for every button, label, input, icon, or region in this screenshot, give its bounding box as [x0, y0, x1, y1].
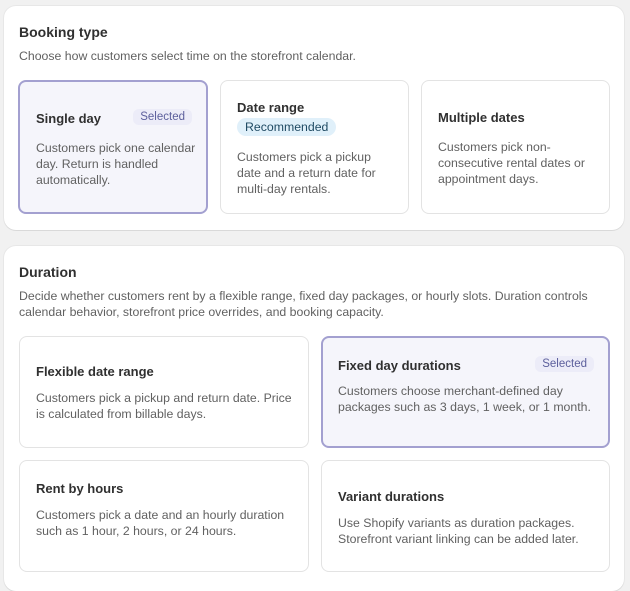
selected-badge: Selected [535, 356, 594, 372]
duration-option-variant-durations[interactable]: Variant durations Use Shopify variants a… [321, 460, 610, 572]
option-description: Customers pick one calendar day. Return … [36, 141, 196, 187]
duration-option-fixed-day-durations[interactable]: Fixed day durations Selected Customers c… [321, 336, 610, 448]
duration-option-flexible-date-range[interactable]: Flexible date range Customers pick a pic… [19, 336, 309, 448]
booking-option-multiple-dates[interactable]: Multiple dates Customers pick non-consec… [421, 80, 610, 214]
booking-option-date-range[interactable]: Date range Recommended Customers pick a … [220, 80, 409, 214]
option-title: Flexible date range [36, 364, 154, 379]
option-description: Customers pick a pickup date and a retur… [237, 150, 376, 196]
option-description: Customers pick a date and an hourly dura… [36, 508, 285, 538]
selected-badge: Selected [133, 109, 192, 125]
option-title: Rent by hours [36, 481, 124, 496]
option-description: Customers pick non-consecutive rental da… [438, 140, 585, 186]
option-title: Multiple dates [438, 110, 525, 125]
duration-section: Duration Decide whether customers rent b… [4, 246, 624, 591]
booking-type-section: Booking type Choose how customers select… [4, 6, 624, 230]
duration-description: Decide whether customers rent by a flexi… [19, 289, 588, 319]
option-title: Variant durations [338, 489, 445, 504]
option-title: Single day [36, 111, 102, 126]
option-description: Customers pick a pickup and return date.… [36, 391, 292, 421]
duration-option-rent-by-hours[interactable]: Rent by hours Customers pick a date and … [19, 460, 309, 572]
option-description: Use Shopify variants as duration package… [338, 516, 579, 546]
option-description: Customers choose merchant-defined day pa… [338, 384, 591, 414]
option-title: Fixed day durations [338, 358, 461, 373]
recommended-badge: Recommended [237, 118, 337, 136]
duration-title: Duration [19, 264, 77, 280]
booking-type-title: Booking type [19, 24, 108, 40]
option-title: Date range [237, 100, 305, 115]
booking-option-single-day[interactable]: Single day Selected Customers pick one c… [18, 80, 208, 214]
booking-type-description: Choose how customers select time on the … [19, 49, 356, 63]
